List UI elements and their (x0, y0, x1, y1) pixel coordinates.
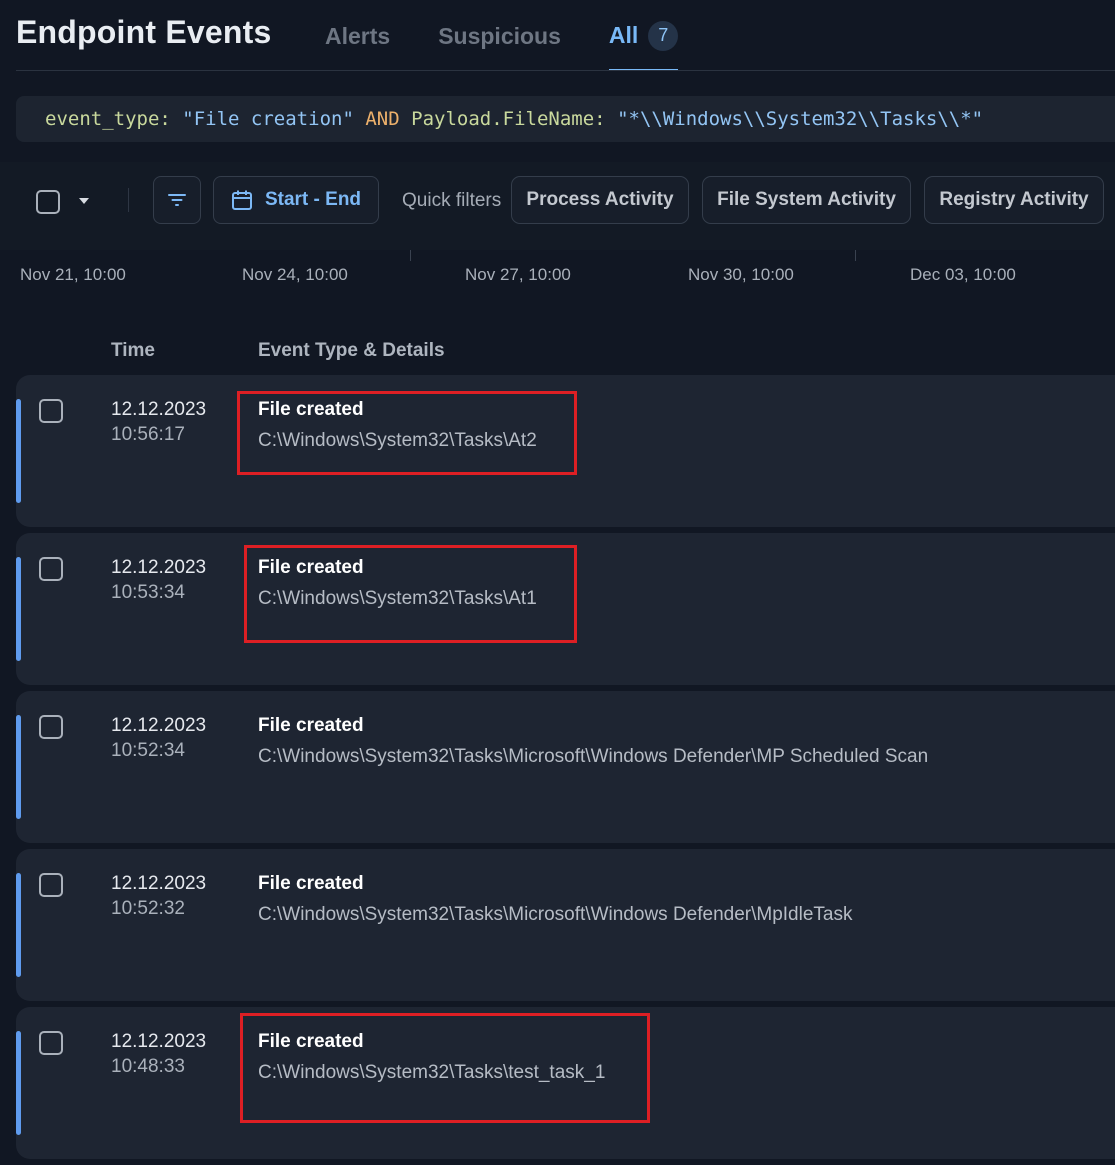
tab-all[interactable]: All 7 (608, 0, 679, 71)
tab-suspicious[interactable]: Suspicious (438, 0, 561, 71)
event-date: 12.12.2023 (111, 1031, 207, 1052)
toolbar: Start - End Quick filters Process Activi… (0, 162, 1115, 250)
quick-filter-registry-activity[interactable]: Registry Activity (924, 176, 1104, 224)
row-checkbox[interactable] (39, 557, 63, 581)
quick-filters-label: Quick filters (402, 190, 502, 211)
row-checkbox[interactable] (39, 399, 63, 423)
event-row[interactable]: 12.12.2023 10:52:34 File created C:\Wind… (16, 691, 1115, 843)
event-time: 10:52:32 (111, 898, 185, 919)
event-row[interactable]: 12.12.2023 10:56:17 File created C:\Wind… (16, 375, 1115, 527)
page-title: Endpoint Events (16, 14, 272, 50)
filter-button[interactable] (153, 176, 201, 224)
timeline-tick-label: Nov 21, 10:00 (20, 265, 126, 284)
query-value-tasks-path: "*\\Windows\\System32\\Tasks\\*" (617, 108, 984, 130)
column-header-time[interactable]: Time (111, 340, 155, 362)
event-file-path: C:\Windows\System32\Tasks\test_task_1 (258, 1062, 606, 1083)
query-input[interactable]: event_type: "File creation" AND Payload.… (16, 96, 1115, 142)
event-time: 10:53:34 (111, 582, 185, 603)
tab-bar: Alerts Suspicious All 7 (325, 0, 726, 71)
chevron-down-icon[interactable] (79, 198, 89, 204)
event-type: File created (258, 873, 364, 894)
tab-all-count-badge: 7 (648, 20, 679, 51)
event-row[interactable]: 12.12.2023 10:48:33 File created C:\Wind… (16, 1007, 1115, 1159)
tab-alerts[interactable]: Alerts (325, 0, 390, 71)
event-time: 10:48:33 (111, 1056, 185, 1077)
header-divider (16, 70, 1115, 71)
event-row[interactable]: 12.12.2023 10:53:34 File created C:\Wind… (16, 533, 1115, 685)
timeline-tick (855, 250, 856, 261)
event-type: File created (258, 399, 364, 420)
event-time: 10:56:17 (111, 424, 185, 445)
row-checkbox[interactable] (39, 715, 63, 739)
event-time: 10:52:34 (111, 740, 185, 761)
tab-all-label: All (608, 22, 639, 48)
row-severity-bar (16, 557, 21, 661)
event-date: 12.12.2023 (111, 873, 207, 894)
timeline-tick (410, 250, 411, 261)
query-operator-and: AND (365, 108, 400, 130)
event-row[interactable]: 12.12.2023 10:52:32 File created C:\Wind… (16, 849, 1115, 1001)
quick-filter-file-system-activity[interactable]: File System Activity (702, 176, 911, 224)
query-field-filename: Payload.FileName (411, 108, 595, 130)
event-file-path: C:\Windows\System32\Tasks\At2 (258, 430, 537, 451)
timeline-tick-label: Dec 03, 10:00 (910, 265, 1016, 284)
date-range-label: Start - End (264, 189, 362, 210)
query-colon: : (594, 108, 606, 130)
row-severity-bar (16, 1031, 21, 1135)
event-date: 12.12.2023 (111, 399, 207, 420)
event-file-path: C:\Windows\System32\Tasks\Microsoft\Wind… (258, 746, 929, 767)
quick-filter-process-activity[interactable]: Process Activity (511, 176, 689, 224)
calendar-icon (231, 190, 252, 210)
timeline-tick-label: Nov 27, 10:00 (465, 265, 571, 284)
query-colon: : (159, 108, 171, 130)
column-header-details[interactable]: Event Type & Details (258, 340, 445, 362)
select-all-checkbox[interactable] (36, 190, 60, 214)
event-type: File created (258, 1031, 364, 1052)
toolbar-divider (128, 188, 129, 212)
query-field-event-type: event_type (45, 108, 160, 130)
timeline-tick-label: Nov 30, 10:00 (688, 265, 794, 284)
event-file-path: C:\Windows\System32\Tasks\Microsoft\Wind… (258, 904, 853, 925)
page-header: Endpoint Events Alerts Suspicious All 7 (0, 0, 1115, 72)
filter-icon (168, 194, 186, 206)
timeline-tick-label: Nov 24, 10:00 (242, 265, 348, 284)
tab-suspicious-label: Suspicious (438, 23, 561, 49)
row-checkbox[interactable] (39, 1031, 63, 1055)
event-date: 12.12.2023 (111, 715, 207, 736)
event-type: File created (258, 557, 364, 578)
event-type: File created (258, 715, 364, 736)
date-range-button[interactable]: Start - End (213, 176, 379, 224)
row-severity-bar (16, 873, 21, 977)
row-checkbox[interactable] (39, 873, 63, 897)
query-value-file-creation: "File creation" (182, 108, 354, 130)
row-severity-bar (16, 715, 21, 819)
timeline-axis[interactable]: Nov 21, 10:00 Nov 24, 10:00 Nov 27, 10:0… (0, 250, 1115, 310)
event-date: 12.12.2023 (111, 557, 207, 578)
row-severity-bar (16, 399, 21, 503)
event-file-path: C:\Windows\System32\Tasks\At1 (258, 588, 537, 609)
tab-alerts-label: Alerts (325, 23, 391, 49)
